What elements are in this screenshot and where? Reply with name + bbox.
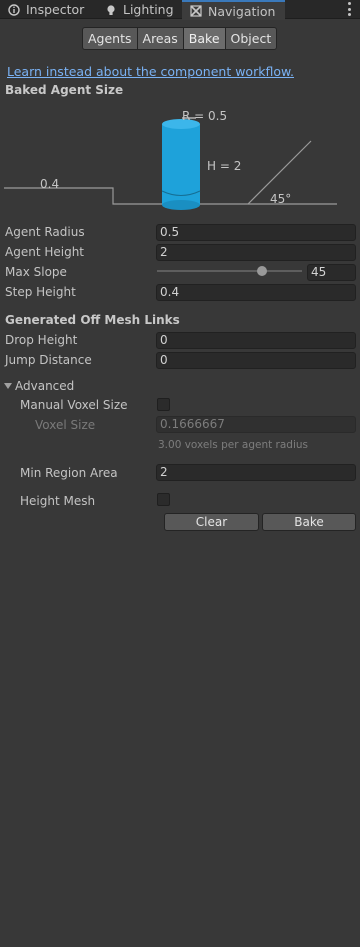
agent-height-label: Agent Height: [5, 245, 85, 259]
advanced-foldout-arrow-icon[interactable]: [4, 383, 12, 389]
height-mesh-checkbox[interactable]: [157, 493, 170, 506]
min-region-area-label: Min Region Area: [20, 466, 118, 480]
jump-distance-label: Jump Distance: [5, 353, 92, 367]
advanced-foldout-label[interactable]: Advanced: [15, 379, 74, 393]
bake-button[interactable]: Bake: [262, 513, 356, 531]
height-label: H = 2: [207, 159, 242, 173]
tab-navigation-label: Navigation: [208, 3, 276, 19]
jump-distance-field[interactable]: 0: [156, 352, 356, 369]
manual-voxel-size-label: Manual Voxel Size: [20, 398, 128, 412]
bake-tab-button[interactable]: Bake: [182, 27, 226, 50]
step-height-label: Step Height: [5, 285, 76, 299]
voxel-size-label: Voxel Size: [35, 418, 96, 432]
agent-diagram-graphic: [4, 117, 337, 210]
drop-height-label: Drop Height: [5, 333, 78, 347]
voxel-size-note: 3.00 voxels per agent radius: [158, 439, 309, 451]
more-options-icon[interactable]: [346, 2, 352, 16]
max-slope-slider-thumb[interactable]: [257, 266, 267, 276]
voxel-size-field[interactable]: 0.1666667: [156, 416, 356, 433]
agent-radius-field[interactable]: 0.5: [156, 224, 356, 241]
tab-lighting-label: Lighting: [123, 2, 174, 17]
tab-lighting[interactable]: Lighting: [97, 0, 182, 19]
agent-radius-label: Agent Radius: [5, 225, 85, 239]
navigation-icon: [190, 5, 202, 17]
agents-button[interactable]: Agents: [82, 27, 138, 50]
radius-label: R = 0.5: [182, 109, 228, 123]
baked-agent-size-header: Baked Agent Size: [5, 83, 124, 97]
max-slope-label: Max Slope: [5, 265, 67, 279]
step-label: 0.4: [40, 177, 60, 191]
agent-height-field[interactable]: 2: [156, 244, 356, 261]
max-slope-slider[interactable]: [157, 270, 302, 272]
tab-inspector[interactable]: Inspector: [0, 0, 97, 19]
tab-inspector-label: Inspector: [26, 2, 85, 17]
navigation-mode-toolbar: Agents Areas Bake Object: [82, 27, 278, 50]
lightbulb-icon: [105, 4, 117, 16]
step-height-field[interactable]: 0.4: [156, 284, 356, 301]
component-workflow-link[interactable]: Learn instead about the component workfl…: [7, 64, 294, 79]
inspector-icon: [8, 3, 20, 16]
max-slope-field[interactable]: 45: [307, 264, 356, 281]
off-mesh-links-header: Generated Off Mesh Links: [5, 313, 180, 327]
clear-button[interactable]: Clear: [164, 513, 259, 531]
object-button[interactable]: Object: [224, 27, 278, 50]
slope-label: 45°: [270, 192, 292, 206]
tab-navigation[interactable]: Navigation: [182, 0, 285, 20]
min-region-area-field[interactable]: 2: [156, 464, 356, 481]
manual-voxel-size-checkbox[interactable]: [157, 398, 170, 411]
height-mesh-label: Height Mesh: [20, 494, 96, 508]
tab-bar: Inspector Lighting Navigation: [0, 0, 360, 20]
drop-height-field[interactable]: 0: [156, 332, 356, 349]
areas-button[interactable]: Areas: [136, 27, 184, 50]
agent-size-diagram: R = 0.5 H = 2 0.4 45°: [0, 104, 360, 218]
